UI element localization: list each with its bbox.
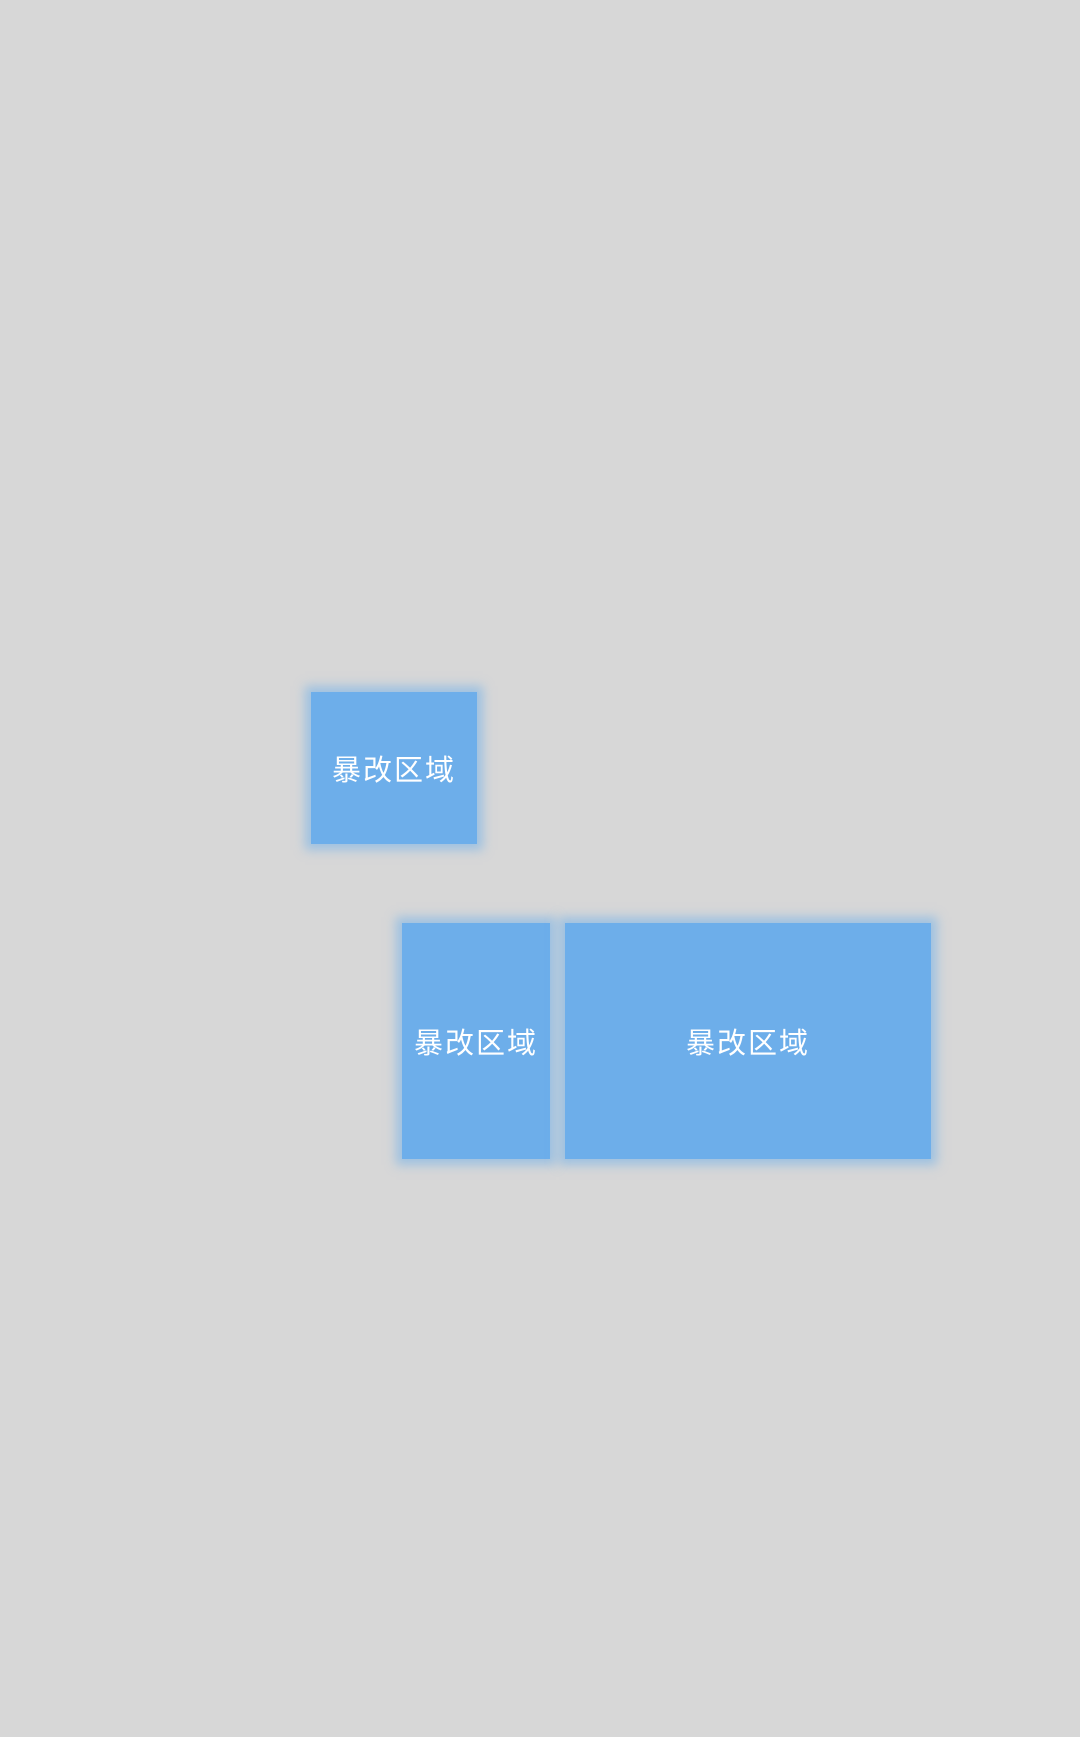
- redacted-region-bottom-right: 暴改区域: [565, 923, 931, 1159]
- redacted-region-bottom-left: 暴改区域: [402, 923, 550, 1159]
- redacted-region-label: 暴改区域: [331, 753, 456, 787]
- redacted-region-label: 暴改区域: [413, 1026, 538, 1060]
- redacted-region-top-left: 暴改区域: [311, 692, 477, 844]
- redacted-region-label: 暴改区域: [685, 1026, 810, 1060]
